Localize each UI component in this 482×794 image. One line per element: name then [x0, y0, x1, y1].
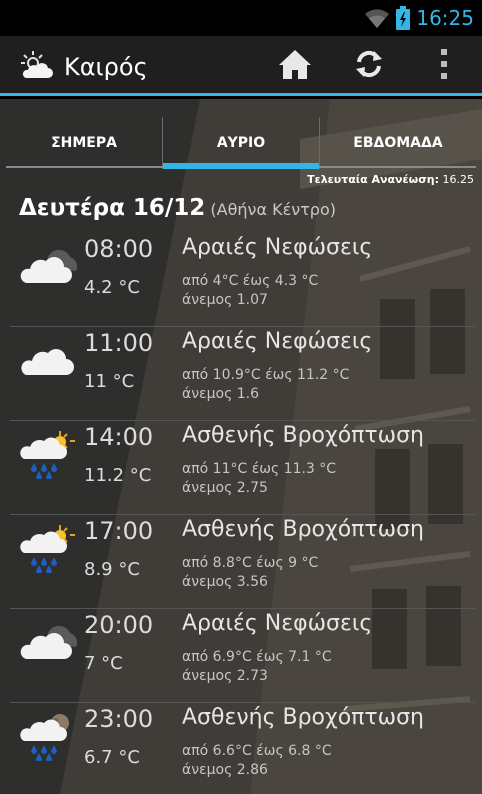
last-update: Τελευταία Ανανέωση: 16.25 — [307, 173, 474, 186]
rain-sun-icon — [20, 523, 78, 574]
forecast-wind: άνεμος 3.56 — [182, 574, 268, 590]
battery-icon — [396, 6, 411, 30]
cloudy-night-icon — [20, 617, 78, 667]
last-update-label: Τελευταία Ανανέωση: — [307, 173, 439, 186]
tab-bar: ΣΗΜΕΡΑ ΑΥΡΙΟ ΕΒΔΟΜΑΔΑ — [6, 117, 476, 169]
forecast-wind: άνεμος 1.07 — [182, 292, 268, 308]
action-bar: Καιρός — [0, 36, 482, 96]
forecast-range: από 11°C έως 11.3 °C — [182, 461, 337, 477]
tab-week[interactable]: ΕΒΔΟΜΑΔΑ — [320, 117, 476, 169]
forecast-time: 23:00 — [84, 705, 154, 733]
forecast-temp: 6.7 °C — [84, 747, 140, 768]
forecast-time: 08:00 — [84, 235, 154, 263]
app-title: Καιρός — [64, 53, 148, 81]
wifi-icon — [364, 7, 390, 29]
forecast-description: Ασθενής Βροχόπτωση — [182, 423, 424, 448]
forecast-time: 14:00 — [84, 423, 154, 451]
forecast-description: Ασθενής Βροχόπτωση — [182, 517, 424, 542]
forecast-temp: 4.2 °C — [84, 277, 140, 298]
overflow-menu-button[interactable] — [424, 48, 464, 84]
cloud-icon — [20, 335, 78, 385]
forecast-wind: άνεμος 2.75 — [182, 480, 268, 496]
forecast-temp: 11.2 °C — [84, 465, 152, 486]
day-title: Δευτέρα 16/12 — [19, 195, 206, 221]
rain-moon-icon — [20, 711, 78, 762]
forecast-range: από 6.9°C έως 7.1 °C — [182, 649, 332, 665]
status-icons: 16:25 — [364, 0, 474, 36]
forecast-temp: 8.9 °C — [84, 559, 140, 580]
status-bar: 16:25 — [0, 0, 482, 36]
refresh-button[interactable] — [349, 48, 389, 84]
forecast-list: 08:00 4.2 °C Αραιές Νεφώσεις από 4°C έως… — [10, 233, 476, 794]
forecast-row[interactable]: 17:00 8.9 °C Ασθενής Βροχόπτωση από 8.8°… — [10, 515, 476, 609]
forecast-row[interactable]: 23:00 6.7 °C Ασθενής Βροχόπτωση από 6.6°… — [10, 703, 476, 794]
forecast-wind: άνεμος 2.73 — [182, 668, 268, 684]
forecast-time: 11:00 — [84, 329, 154, 357]
forecast-row[interactable]: 11:00 11 °C Αραιές Νεφώσεις από 10.9°C έ… — [10, 327, 476, 421]
forecast-range: από 6.6°C έως 6.8 °C — [182, 743, 332, 759]
forecast-description: Ασθενής Βροχόπτωση — [182, 705, 424, 730]
content-area: ΣΗΜΕΡΑ ΑΥΡΙΟ ΕΒΔΟΜΑΔΑ Τελευταία Ανανέωση… — [0, 99, 482, 794]
tab-today[interactable]: ΣΗΜΕΡΑ — [6, 117, 162, 169]
forecast-description: Αραιές Νεφώσεις — [182, 235, 373, 260]
selected-tab-indicator — [163, 163, 319, 169]
forecast-range: από 8.8°C έως 9 °C — [182, 555, 319, 571]
tab-tomorrow[interactable]: ΑΥΡΙΟ — [163, 117, 319, 169]
forecast-range: από 10.9°C έως 11.2 °C — [182, 367, 350, 383]
forecast-time: 17:00 — [84, 517, 154, 545]
overflow-menu-icon — [439, 48, 449, 84]
home-icon — [278, 48, 312, 84]
refresh-icon — [353, 48, 385, 84]
home-button[interactable] — [275, 48, 315, 84]
forecast-temp: 7 °C — [84, 653, 123, 674]
status-time: 16:25 — [416, 6, 474, 30]
forecast-range: από 4°C έως 4.3 °C — [182, 273, 319, 289]
forecast-row[interactable]: 08:00 4.2 °C Αραιές Νεφώσεις από 4°C έως… — [10, 233, 476, 327]
forecast-row[interactable]: 14:00 11.2 °C Ασθενής Βροχόπτωση από 11°… — [10, 421, 476, 515]
cloudy-night-icon — [20, 241, 78, 291]
forecast-description: Αραιές Νεφώσεις — [182, 329, 373, 354]
partly-cloudy-app-icon — [20, 50, 54, 84]
forecast-row[interactable]: 20:00 7 °C Αραιές Νεφώσεις από 6.9°C έως… — [10, 609, 476, 703]
day-location: (Αθήνα Κέντρο) — [210, 200, 336, 219]
forecast-wind: άνεμος 2.86 — [182, 762, 268, 778]
forecast-description: Αραιές Νεφώσεις — [182, 611, 373, 636]
day-heading: Δευτέρα 16/12 (Αθήνα Κέντρο) — [19, 195, 336, 221]
last-update-time: 16.25 — [442, 173, 475, 186]
rain-sun-icon — [20, 429, 78, 480]
forecast-temp: 11 °C — [84, 371, 135, 392]
forecast-wind: άνεμος 1.6 — [182, 386, 260, 402]
forecast-time: 20:00 — [84, 611, 154, 639]
